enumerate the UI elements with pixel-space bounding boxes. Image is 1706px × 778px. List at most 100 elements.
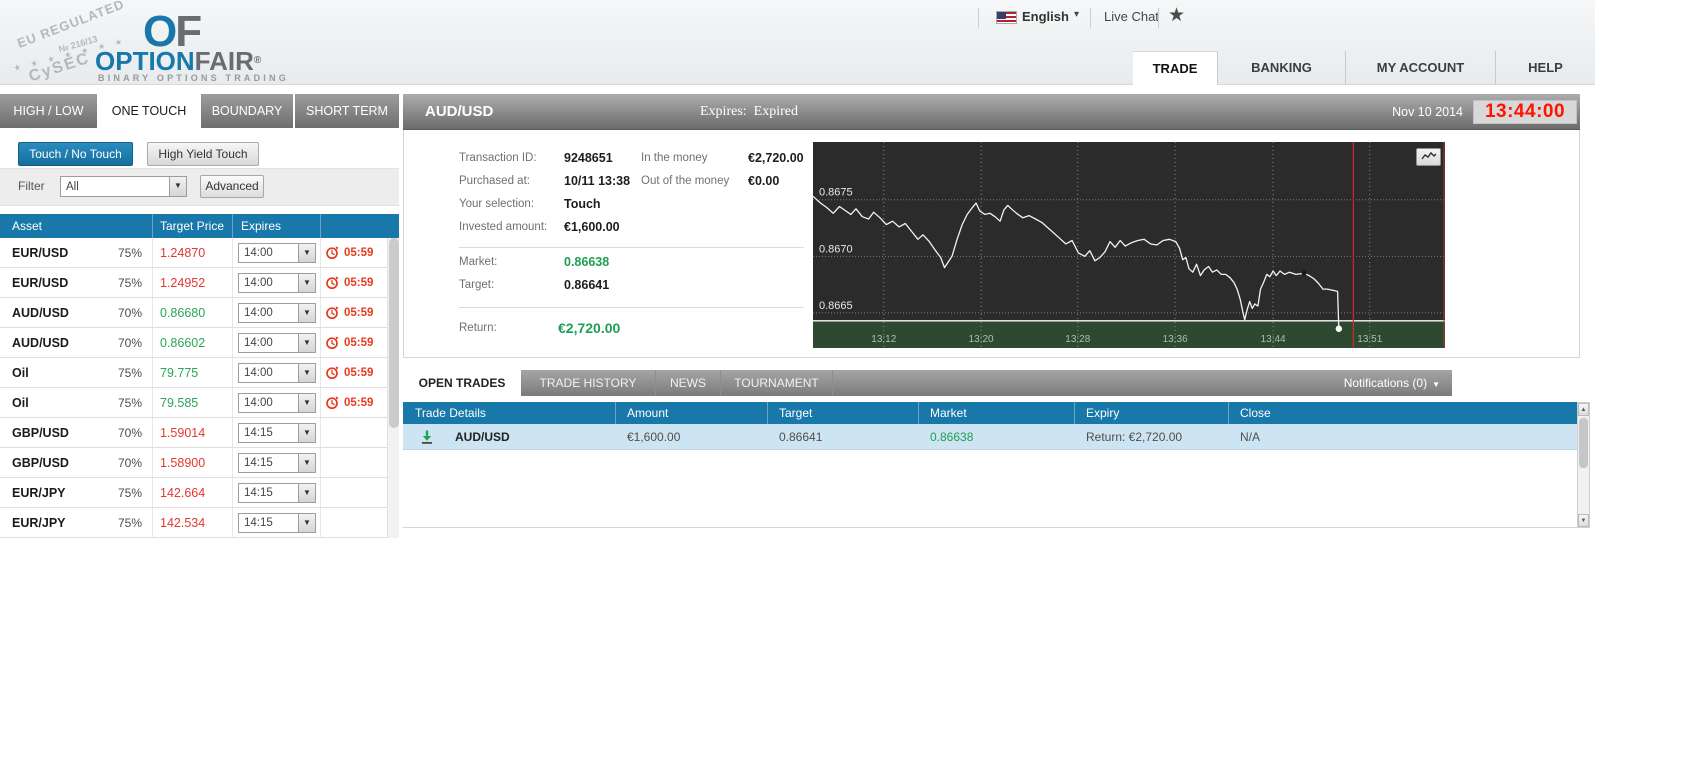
advanced-button[interactable]: Advanced <box>200 175 264 198</box>
expires-dropdown[interactable]: 14:00 ▼ <box>238 303 316 323</box>
chevron-down-icon[interactable]: ▼ <box>298 424 315 442</box>
detail-label-1: Purchased at: <box>459 175 530 187</box>
chevron-down-icon[interactable]: ▼ <box>298 514 315 532</box>
target-price: 1.24870 <box>160 246 206 260</box>
svg-text:0.8675: 0.8675 <box>819 187 853 199</box>
expires-dropdown[interactable]: 14:15 ▼ <box>238 423 316 443</box>
tab-trade-history[interactable]: TRADE HISTORY <box>521 370 656 396</box>
asset-row-eur-usd-1[interactable]: EUR/USD 75% 1.24952 14:00 ▼ 05:59 <box>0 268 387 298</box>
trade-symbol-title: AUD/USD <box>425 103 494 120</box>
trade-target: 0.86641 <box>779 430 823 444</box>
column-header-target: Target <box>779 406 813 420</box>
detail-label-3: Invested amount: <box>459 221 548 233</box>
expires-value: 14:00 <box>244 397 273 409</box>
touch-no-touch-button[interactable]: Touch / No Touch <box>18 142 133 166</box>
expires-dropdown[interactable]: 14:15 ▼ <box>238 453 316 473</box>
countdown-timer: 05:59 <box>344 247 374 259</box>
expires-value: 14:15 <box>244 487 273 499</box>
expires-value: Expired <box>753 104 798 119</box>
countdown-clock-icon <box>325 365 340 380</box>
chart-type-button[interactable] <box>1416 148 1441 166</box>
asset-row-gbp-usd-7[interactable]: GBP/USD 70% 1.58900 14:15 ▼ <box>0 448 387 478</box>
column-header-close: Close <box>1240 406 1271 420</box>
chevron-down-icon[interactable]: ▼ <box>298 484 315 502</box>
svg-text:13:20: 13:20 <box>969 334 994 345</box>
chevron-down-icon[interactable]: ▼ <box>298 244 315 262</box>
live-chat-link[interactable]: Live Chat <box>1104 9 1159 24</box>
chevron-down-icon[interactable]: ▼ <box>298 274 315 292</box>
tab-short-term[interactable]: SHORT TERM <box>295 94 399 128</box>
asset-row-oil-4[interactable]: Oil 75% 79.775 14:00 ▼ 05:59 <box>0 358 387 388</box>
asset-row-eur-jpy-9[interactable]: EUR/JPY 75% 142.534 14:15 ▼ <box>0 508 387 538</box>
asset-name: EUR/JPY <box>12 516 66 530</box>
expires-dropdown[interactable]: 14:15 ▼ <box>238 513 316 533</box>
detail-value-0: 9248651 <box>564 151 613 165</box>
chevron-down-icon[interactable]: ▼ <box>298 304 315 322</box>
tab-open-trades[interactable]: OPEN TRADES <box>403 370 521 396</box>
divider <box>978 8 979 28</box>
tab-tournament[interactable]: TOURNAMENT <box>721 370 833 396</box>
countdown-timer: 05:59 <box>344 277 374 289</box>
money-label-0: In the money <box>641 152 708 164</box>
chevron-down-icon[interactable]: ▼ <box>298 334 315 352</box>
countdown-clock-icon <box>325 305 340 320</box>
return-label: Return: <box>459 322 497 334</box>
svg-text:0.8665: 0.8665 <box>819 300 853 312</box>
trades-table-scrollbar[interactable]: ▲ ▼ <box>1577 402 1590 528</box>
tab-one-touch[interactable]: ONE TOUCH <box>99 94 199 128</box>
scrollbar-thumb[interactable] <box>389 238 399 428</box>
nav-tab-my-account[interactable]: MY ACCOUNT <box>1345 51 1495 85</box>
notifications-toggle[interactable]: Notifications (0) ▼ <box>1344 370 1440 398</box>
target-price: 1.24952 <box>160 276 206 290</box>
scroll-up-icon[interactable]: ▲ <box>1578 403 1589 416</box>
high-yield-touch-button[interactable]: High Yield Touch <box>147 142 259 166</box>
open-trade-row[interactable]: AUD/USD €1,600.00 0.86641 0.86638 Return: €2… <box>403 424 1577 450</box>
column-header-expires: Expires <box>241 219 282 233</box>
chevron-down-icon[interactable]: ▼ <box>298 394 315 412</box>
divider <box>152 214 153 238</box>
tab-boundary[interactable]: BOUNDARY <box>201 94 293 128</box>
trade-market: 0.86638 <box>930 430 974 444</box>
asset-row-aud-usd-2[interactable]: AUD/USD 70% 0.86680 14:00 ▼ 05:59 <box>0 298 387 328</box>
chevron-down-icon[interactable]: ▼ <box>169 177 186 196</box>
asset-row-eur-jpy-8[interactable]: EUR/JPY 75% 142.664 14:15 ▼ <box>0 478 387 508</box>
favorite-star-icon[interactable]: ★ <box>1168 4 1185 27</box>
divider <box>615 402 616 424</box>
scroll-down-icon[interactable]: ▼ <box>1578 514 1589 527</box>
chevron-down-icon[interactable]: ▼ <box>298 454 315 472</box>
expires-status: Expires: Expired <box>700 94 798 130</box>
chevron-down-icon[interactable]: ▼ <box>298 364 315 382</box>
return-value: €2,720.00 <box>558 320 621 336</box>
expires-dropdown[interactable]: 14:00 ▼ <box>238 333 316 353</box>
trade-expiry: Return: €2,720.00 <box>1086 430 1183 444</box>
asset-name: EUR/USD <box>12 276 69 290</box>
tab-news[interactable]: NEWS <box>656 370 721 396</box>
expires-dropdown[interactable]: 14:00 ▼ <box>238 273 316 293</box>
asset-row-oil-5[interactable]: Oil 75% 79.585 14:00 ▼ 05:59 <box>0 388 387 418</box>
market-label: Market: <box>459 256 498 268</box>
asset-row-gbp-usd-6[interactable]: GBP/USD 70% 1.59014 14:15 ▼ <box>0 418 387 448</box>
language-selector[interactable]: English <box>1022 9 1069 24</box>
tab-high-low[interactable]: HIGH / LOW <box>0 94 97 128</box>
target-label: Target: <box>459 279 495 291</box>
expires-value: 14:15 <box>244 517 273 529</box>
nav-tab-banking[interactable]: BANKING <box>1217 51 1345 85</box>
price-chart-svg: 0.8675 0.8670 0.8665 13:12 13:20 13:28 13:36 13… <box>812 142 1445 348</box>
expires-dropdown[interactable]: 14:00 ▼ <box>238 363 316 383</box>
divider <box>459 307 804 308</box>
countdown-timer: 05:59 <box>344 367 374 379</box>
expires-dropdown[interactable]: 14:15 ▼ <box>238 483 316 503</box>
asset-table-scrollbar[interactable] <box>387 238 399 538</box>
chevron-down-icon[interactable]: ▾ <box>1074 9 1079 20</box>
chevron-down-icon: ▼ <box>1432 380 1440 389</box>
expires-dropdown[interactable]: 14:00 ▼ <box>238 243 316 263</box>
filter-select[interactable]: All ▼ <box>60 176 187 197</box>
asset-row-aud-usd-3[interactable]: AUD/USD 70% 0.86602 14:00 ▼ 05:59 <box>0 328 387 358</box>
scrollbar-thumb[interactable] <box>1579 418 1588 468</box>
asset-row-eur-usd-0[interactable]: EUR/USD 75% 1.24870 14:00 ▼ 05:59 <box>0 238 387 268</box>
registered-mark: ® <box>253 55 262 66</box>
nav-tab-help[interactable]: HELP <box>1495 51 1595 85</box>
column-header-amount: Amount <box>627 406 669 420</box>
nav-tab-trade[interactable]: TRADE <box>1133 51 1217 85</box>
expires-dropdown[interactable]: 14:00 ▼ <box>238 393 316 413</box>
